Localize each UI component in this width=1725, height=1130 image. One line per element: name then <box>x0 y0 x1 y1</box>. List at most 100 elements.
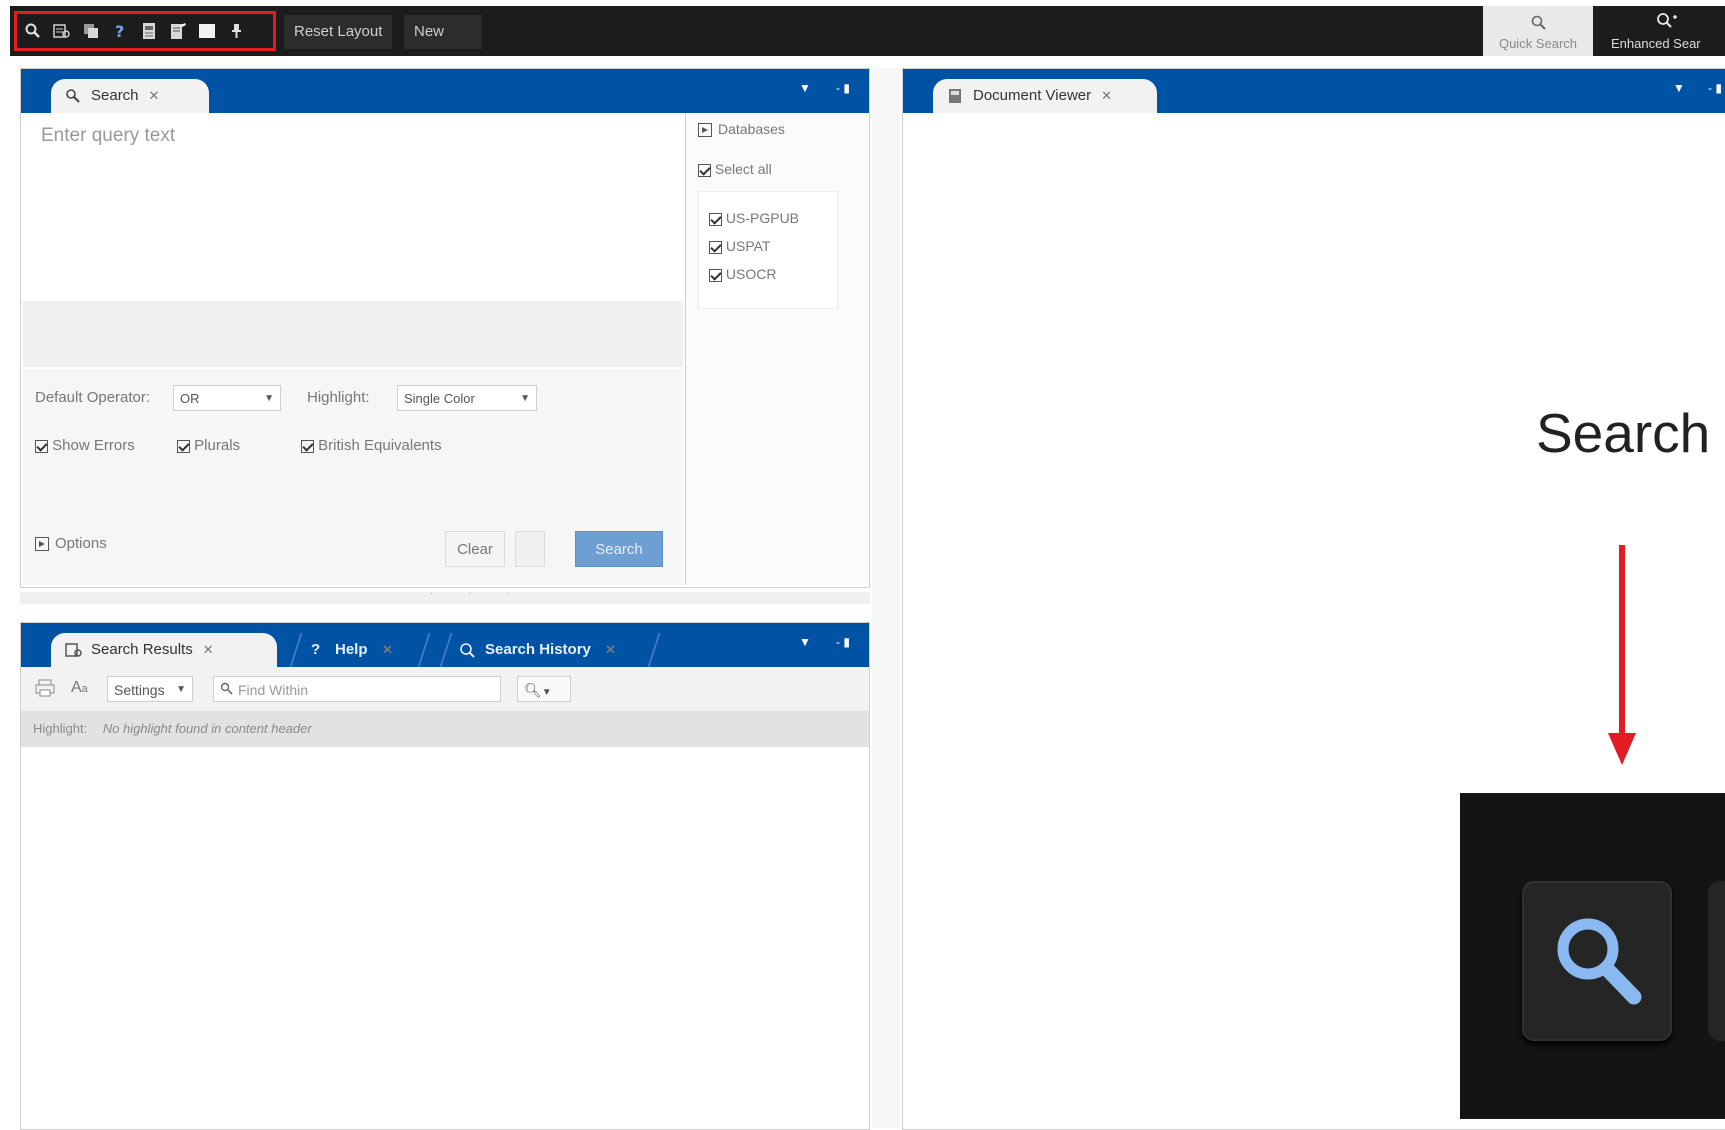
quick-search-icon <box>1531 15 1546 30</box>
reset-layout-button[interactable]: Reset Layout <box>284 15 393 49</box>
tab-document-viewer[interactable]: Document Viewer ✕ <box>933 79 1157 113</box>
enhanced-search-label: Enhanced Sear <box>1611 36 1701 51</box>
tab-help[interactable]: ? Help ✕ <box>289 633 431 667</box>
svg-text:?: ? <box>115 22 124 40</box>
plurals-label: Plurals <box>194 437 241 454</box>
tab-search-results[interactable]: Search Results ✕ <box>51 633 277 667</box>
expand-icon <box>698 123 712 137</box>
enhanced-search-icon <box>1657 13 1677 28</box>
clear-button[interactable]: Clear <box>445 531 505 567</box>
find-within-input[interactable]: Find Within <box>213 676 501 702</box>
british-equivalents-option[interactable]: British Equivalents <box>301 437 442 454</box>
database-label: USOCR <box>725 266 777 282</box>
close-icon[interactable]: ✕ <box>1101 88 1112 103</box>
splitter-grip-icon: · · · <box>430 588 526 599</box>
toolbar-icon-group: ? <box>14 11 276 51</box>
callout-title: Search <box>1536 402 1711 464</box>
window-icon[interactable] <box>197 21 217 41</box>
search-results-icon[interactable] <box>52 21 72 41</box>
tab-label: Document Viewer <box>973 87 1092 104</box>
panel-menu-icon[interactable]: ▼ <box>799 635 811 649</box>
callout-zoom-box <box>1460 793 1725 1119</box>
show-errors-option[interactable]: Show Errors <box>35 437 135 454</box>
highlight-bar-message: No highlight found in content header <box>102 721 312 736</box>
select-all-checkbox[interactable] <box>698 163 711 177</box>
tab-label: Help <box>335 641 368 658</box>
highlight-value: Single Color <box>404 391 475 406</box>
panel-pin-icon[interactable]: - ▮ <box>1708 81 1722 95</box>
find-within-placeholder: Find Within <box>238 682 309 698</box>
secondary-button[interactable] <box>515 531 545 567</box>
document-icon[interactable] <box>139 21 159 41</box>
results-toolbar: Aa Settings ▼ Find Within 🔍︎▼ <box>21 667 869 711</box>
callout-search-button <box>1522 881 1672 1041</box>
expand-icon <box>35 537 49 551</box>
options-toggle[interactable]: Options <box>35 535 107 552</box>
print-icon[interactable] <box>35 679 55 697</box>
show-errors-label: Show Errors <box>52 437 135 454</box>
search-button[interactable]: Search <box>575 531 663 567</box>
highlight-label: Highlight: <box>307 389 370 406</box>
select-all-label: Select all <box>714 161 772 177</box>
settings-dropdown[interactable]: Settings ▼ <box>107 676 193 702</box>
panel-pin-icon[interactable]: - ▮ <box>836 81 850 95</box>
search-options-icon: 🔍︎ <box>524 682 542 698</box>
chevron-down-icon: ▼ <box>176 684 186 695</box>
british-equivalents-checkbox[interactable] <box>301 439 314 453</box>
panel-menu-icon[interactable]: ▼ <box>1673 81 1685 95</box>
panel-menu-icon[interactable]: ▼ <box>799 81 811 95</box>
show-errors-checkbox[interactable] <box>35 439 48 453</box>
search-icon[interactable] <box>23 21 43 41</box>
tab-label: Search History <box>485 641 591 658</box>
tab-search-history[interactable]: Search History ✕ <box>439 633 661 667</box>
results-panel: Search Results ✕ ? Help ✕ Search History … <box>20 622 870 1130</box>
default-operator-label: Default Operator: <box>35 389 151 406</box>
query-placeholder: Enter query text <box>41 125 176 146</box>
database-list: US-PGPUB USPAT USOCR <box>698 191 838 309</box>
default-operator-value: OR <box>180 391 200 406</box>
database-item[interactable]: USPAT <box>709 238 771 254</box>
search-panel: Search ✕ ▼ - ▮ Enter query text Default O… <box>20 68 870 588</box>
search-results-icon <box>65 643 82 657</box>
database-checkbox[interactable] <box>709 212 722 226</box>
vertical-splitter[interactable] <box>872 68 900 1128</box>
enhanced-search-button[interactable]: Enhanced Sear <box>1603 6 1725 56</box>
close-icon[interactable]: ✕ <box>605 633 616 667</box>
quick-search-button[interactable]: Quick Search <box>1483 6 1593 56</box>
chevron-down-icon: ▼ <box>541 687 552 698</box>
databases-panel: Databases Select all US-PGPUB USPAT USOC… <box>685 113 868 585</box>
database-label: USPAT <box>725 238 771 254</box>
options-label: Options <box>55 535 107 552</box>
font-size-icon[interactable]: Aa <box>71 679 88 697</box>
database-item[interactable]: USOCR <box>709 266 776 282</box>
plurals-option[interactable]: Plurals <box>177 437 240 454</box>
close-icon[interactable]: ✕ <box>382 633 393 667</box>
callout-next-button <box>1708 881 1725 1041</box>
close-icon[interactable]: ✕ <box>149 88 160 103</box>
document-icon <box>949 89 961 103</box>
notes-icon[interactable] <box>168 21 188 41</box>
chevron-down-icon: ▼ <box>520 393 530 404</box>
horizontal-splitter[interactable]: · · · <box>20 588 870 604</box>
plurals-checkbox[interactable] <box>177 439 190 453</box>
databases-label: Databases <box>718 121 785 137</box>
highlight-select[interactable]: Single Color ▼ <box>397 385 537 411</box>
copy-icon[interactable] <box>81 21 101 41</box>
help-icon[interactable]: ? <box>110 21 130 41</box>
query-input-footer <box>23 301 683 367</box>
history-icon <box>460 643 475 658</box>
databases-toggle[interactable]: Databases <box>698 121 785 137</box>
close-icon[interactable]: ✕ <box>203 642 214 657</box>
database-checkbox[interactable] <box>709 268 722 282</box>
pin-icon[interactable] <box>226 21 246 41</box>
panel-pin-icon[interactable]: - ▮ <box>836 635 850 649</box>
database-item[interactable]: US-PGPUB <box>709 210 799 226</box>
select-all-option[interactable]: Select all <box>698 161 772 177</box>
search-options-dropdown[interactable]: 🔍︎▼ <box>517 676 571 702</box>
default-operator-select[interactable]: OR ▼ <box>173 385 281 411</box>
search-icon <box>66 89 80 103</box>
tab-search[interactable]: Search ✕ <box>51 79 209 113</box>
database-checkbox[interactable] <box>709 240 722 254</box>
new-button[interactable]: New <box>404 15 482 49</box>
callout-arrow <box>1608 545 1636 765</box>
